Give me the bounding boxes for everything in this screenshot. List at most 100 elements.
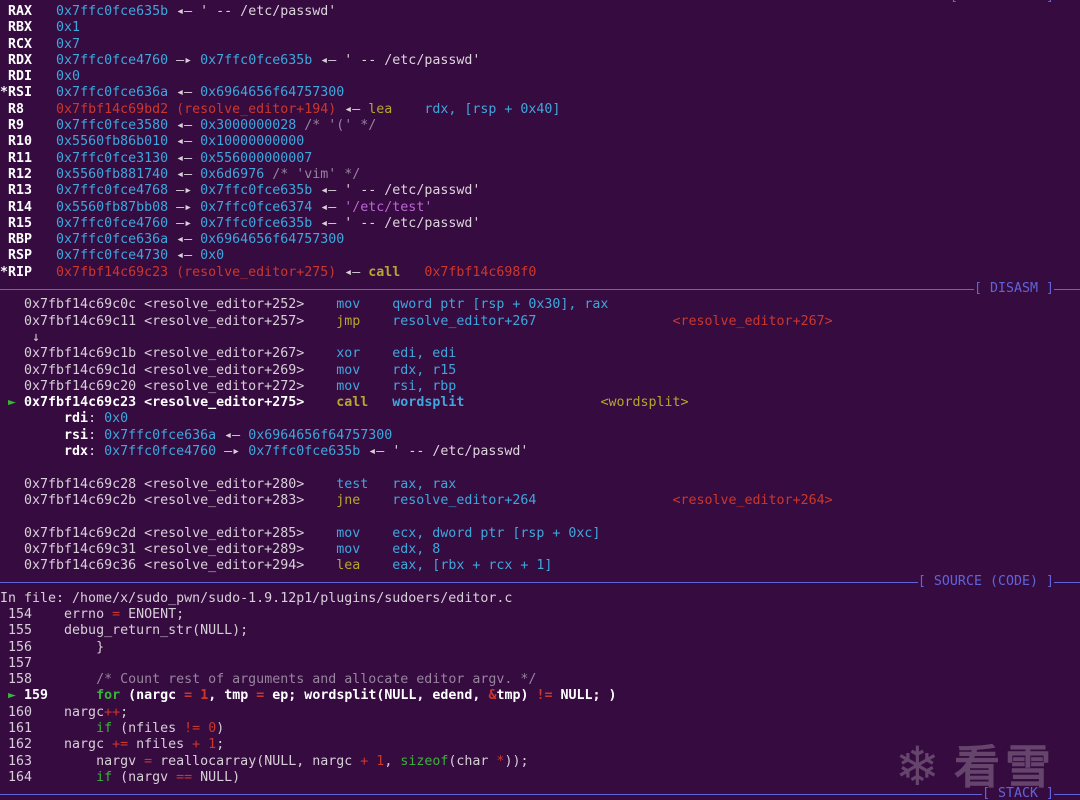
text-run: 0x6964656f64757300 [248,427,393,443]
text-run: /* Count rest of arguments and allocate … [96,672,537,688]
text-run: RSP [0,248,57,264]
text-run: ◂— [312,52,345,68]
text-run: nfiles [128,737,193,753]
text-run: —▸ [216,444,249,460]
text-run: /* 'vim' */ [264,166,361,182]
text-run: lea [336,558,393,574]
text-run: = [184,688,193,704]
terminal-line: ► 159 for (nargc = 1, tmp = ep; wordspli… [0,688,1080,704]
text-run: ◂— [168,85,201,101]
text-run: 0x7ffc0fce635b [248,444,361,460]
text-run: 0x7fbf14c69c2d <resolve_editor+285> [0,525,337,541]
text-run: xor edi, edi [336,346,457,362]
text-run: , [384,753,401,769]
separator-line [1054,793,1080,795]
text-run: 0x10000000000 [200,134,305,150]
registers-panel: RAX 0x7ffc0fce635b ◂— ' -- /etc/passwd' … [0,4,1080,281]
text-run: 159 [24,688,97,704]
text-run: ; [120,704,129,720]
text-run: 0x0 [104,411,129,427]
text-run: 0x7ffc0fce4760 [56,52,169,68]
text-run: —▸ [168,199,201,215]
terminal-line: 0x7fbf14c69c36 <resolve_editor+294> lea … [0,558,1080,574]
text-run: 0x7fbf14c69bd2 (resolve_editor+194) [56,101,337,117]
text-run: RCX [0,36,57,52]
text-run: 0x7ffc0fce3580 [56,118,169,134]
text-run: 0x7fbf14c69c20 <resolve_editor+272> [0,378,337,394]
text-run: 0x0 [200,248,225,264]
text-run: 155 debug_return_str(NULL); [0,623,249,639]
terminal-line: 156 } [0,640,1080,656]
text-run: if [96,721,113,737]
text-run: ◂— [168,150,201,166]
text-run: wordsplit [392,395,465,411]
terminal-line: 160 nargc++; [0,705,1080,721]
terminal-line: RSP 0x7ffc0fce4730 ◂— 0x0 [0,248,1080,264]
text-run: 0x0 [56,69,81,85]
text-run: (nargc [120,688,185,704]
kanxue-watermark: ❄ 看雪 [895,740,1056,794]
text-run: 0x7ffc0fce6374 [200,199,313,215]
text-run: RDI [0,69,57,85]
separator-line [1054,582,1080,584]
text-run: 160 nargc [0,704,105,720]
text-run: ◂— [336,101,369,117]
text-run: ' -- /etc/passwd' [392,444,529,460]
text-run: rdx [64,444,89,460]
terminal-line: rdi: 0x0 [0,411,1080,427]
text-run: rsi [64,427,89,443]
text-run: = [112,606,121,622]
separator-line [1054,288,1080,290]
text-run: mov ecx, dword ptr [rsp + 0xc] [336,525,601,541]
text-run: R15 [0,215,57,231]
text-run: (char [448,753,497,769]
text-run: for [96,688,121,704]
text-run: ◂— [168,166,201,182]
terminal-line: R9 0x7ffc0fce3580 ◂— 0x3000000028 /* '('… [0,118,1080,134]
text-run: 156 } [0,639,105,655]
terminal-line: 155 debug_return_str(NULL); [0,623,1080,639]
text-run: 0x6d6976 [200,166,265,182]
text-run: : [88,427,105,443]
terminal-line: 0x7fbf14c69c20 <resolve_editor+272> mov … [0,379,1080,395]
text-run: reallocarray(NULL, nargc [152,753,361,769]
text-run: ◂— [312,199,345,215]
text-run: : [88,444,105,460]
text-run: = [144,753,153,769]
terminal-line: *RSI 0x7ffc0fce636a ◂— 0x6964656f6475730… [0,85,1080,101]
text-run: ◂— [312,183,345,199]
text-run: rdi [64,411,89,427]
text-run: 0x7ffc0fce636a [56,85,169,101]
terminal-line: 0x7fbf14c69c31 <resolve_editor+289> mov … [0,542,1080,558]
text-run: R11 [0,150,57,166]
source-section-label: [ SOURCE (CODE) ] [917,574,1054,590]
text-run: ↓ [0,329,41,345]
text-run [536,493,672,508]
text-run: 0x7fbf14c69c1d <resolve_editor+269> [0,362,337,378]
text-run: 157 [0,655,33,671]
terminal-line: 0x7fbf14c69c11 <resolve_editor+257> jmp … [0,314,1080,330]
terminal-line: 158 /* Count rest of arguments and alloc… [0,672,1080,688]
terminal-line: 0x7fbf14c69c0c <resolve_editor+252> mov … [0,297,1080,313]
text-run [192,688,200,703]
text-run: ◂— [312,215,345,231]
text-run: jne [336,492,393,508]
text-run: R14 [0,199,57,215]
text-run: ' -- /etc/passwd' [344,215,481,231]
disasm-panel: 0x7fbf14c69c0c <resolve_editor+252> mov … [0,297,1080,574]
text-run: <wordsplit> [600,395,689,411]
text-run: —▸ [168,52,201,68]
text-run: 158 [0,672,97,688]
text-run: 0x7ffc0fce635b [200,183,313,199]
text-run: ; [216,737,225,753]
text-run: 0x3000000028 [200,118,297,134]
terminal-line: rsi: 0x7ffc0fce636a ◂— 0x6964656f6475730… [0,428,1080,444]
text-run: 162 nargc [0,737,113,753]
text-run: /* '(' */ [296,118,377,134]
separator-line [0,288,974,290]
text-run: += [112,737,129,753]
snowflake-logo-icon: ❄ [894,735,940,798]
text-run [0,428,64,443]
text-run: (nfiles [112,721,185,737]
